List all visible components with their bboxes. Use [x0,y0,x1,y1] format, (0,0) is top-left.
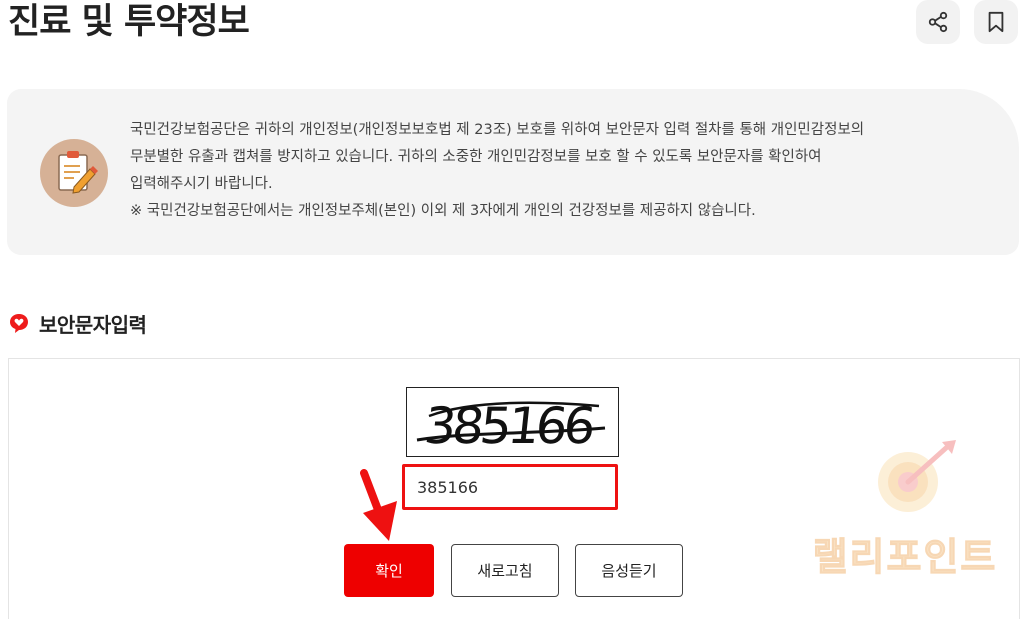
confirm-button[interactable]: 확인 [344,544,434,597]
target-arrow-icon [878,440,956,512]
captcha-image: 385166 [406,387,619,457]
audio-listen-button[interactable]: 음성듣기 [575,544,683,597]
captcha-input[interactable] [402,464,618,510]
notice-line: ※ 국민건강보험공단에서는 개인정보주체(본인) 이외 제 3자에게 개인의 건… [130,203,756,219]
share-button[interactable] [916,0,960,44]
page-title: 진료 및 투약정보 [8,2,250,42]
security-notice-box: 국민건강보험공단은 귀하의 개인정보(개인정보보호법 제 23조) 보호를 위하… [7,89,1019,255]
watermark-text: 랠리포인트 [812,535,998,580]
refresh-button[interactable]: 새로고침 [451,544,559,597]
heart-speech-bubble-icon [10,314,28,333]
section-title: 보안문자입력 [39,312,147,337]
clipboard-pencil-icon [40,139,108,207]
share-icon [928,11,948,33]
notice-line: 국민건강보험공단은 귀하의 개인정보(개인정보보호법 제 23조) 보호를 위하… [130,122,865,138]
notice-line: 입력해주시기 바랍니다. [130,176,273,192]
notice-line: 무분별한 유출과 캡쳐를 방지하고 있습니다. 귀하의 소중한 개인민감정보를 … [130,149,822,165]
watermark: 랠리포인트 [800,438,1010,580]
bookmark-icon [988,11,1004,33]
red-arrow-annotation [360,469,397,541]
section-header: 보안문자입력 [8,308,147,338]
notice-text: 국민건강보험공단은 귀하의 개인정보(개인정보보호법 제 23조) 보호를 위하… [130,117,990,225]
bookmark-button[interactable] [974,0,1018,44]
